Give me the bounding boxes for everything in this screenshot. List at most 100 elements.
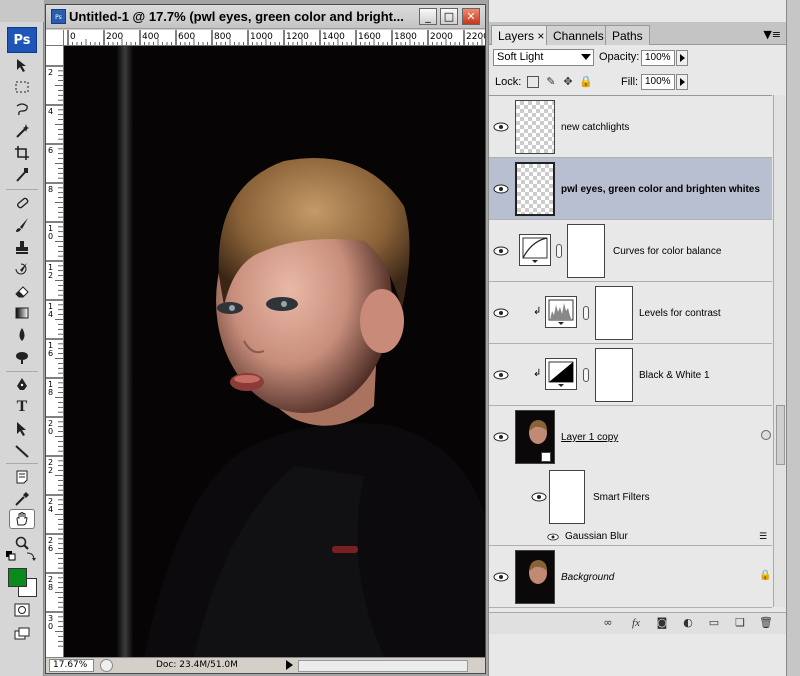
tab-layers[interactable]: Layers ×: [491, 25, 552, 45]
lock-image-icon[interactable]: ✎: [545, 76, 557, 88]
layer-row[interactable]: new catchlights: [489, 96, 772, 158]
link-chain-icon[interactable]: [583, 306, 589, 320]
levels-adjustment-icon[interactable]: [545, 296, 577, 328]
fill-field[interactable]: 100%: [641, 74, 675, 90]
document-titlebar[interactable]: Ps Untitled-1 @ 17.7% (pwl eyes, green c…: [46, 5, 485, 29]
new-adjustment-icon[interactable]: ◐: [681, 617, 695, 629]
status-icon[interactable]: [100, 659, 113, 672]
visibility-eye-icon[interactable]: [493, 572, 509, 582]
curves-adjustment-icon[interactable]: [519, 234, 551, 266]
scrollbar-thumb[interactable]: [776, 405, 785, 465]
magic-wand-tool-icon[interactable]: [9, 121, 35, 141]
filter-row[interactable]: Gaussian Blur ☰: [489, 528, 772, 546]
new-group-icon[interactable]: ▭: [707, 617, 721, 629]
line-tool-icon[interactable]: [9, 441, 35, 461]
brush-tool-icon[interactable]: [9, 215, 35, 235]
visibility-eye-icon[interactable]: [547, 532, 559, 542]
screen-mode-icon[interactable]: [9, 624, 35, 644]
black-white-adjustment-icon[interactable]: [545, 358, 577, 390]
tab-close-icon[interactable]: ×: [537, 29, 544, 43]
visibility-eye-icon[interactable]: [493, 432, 509, 442]
layer-thumbnail[interactable]: [515, 550, 555, 604]
filter-name[interactable]: Gaussian Blur: [565, 531, 628, 542]
foreground-color-swatch[interactable]: [8, 568, 27, 587]
marquee-tool-icon[interactable]: [9, 77, 35, 97]
visibility-eye-icon[interactable]: [531, 492, 547, 502]
layer-name[interactable]: Curves for color balance: [613, 246, 721, 257]
layer-mask-thumbnail[interactable]: [595, 286, 633, 340]
zoom-level-field[interactable]: 17.67%: [49, 659, 94, 672]
default-colors-icon[interactable]: [5, 550, 17, 562]
eraser-tool-icon[interactable]: [9, 281, 35, 301]
pen-tool-icon[interactable]: [9, 375, 35, 395]
layers-scrollbar[interactable]: [773, 95, 787, 607]
smart-filter-options-icon[interactable]: [761, 430, 771, 440]
hand-tool-icon[interactable]: [9, 509, 35, 529]
maximize-button[interactable]: □: [440, 8, 458, 25]
smart-filters-row[interactable]: Smart Filters: [489, 468, 772, 528]
link-layers-icon[interactable]: ∞: [601, 617, 615, 629]
dodge-tool-icon[interactable]: [9, 347, 35, 367]
layer-mask-thumbnail[interactable]: [567, 224, 605, 278]
lock-position-icon[interactable]: ✥: [562, 76, 574, 88]
close-button[interactable]: ✕: [462, 8, 480, 25]
new-layer-icon[interactable]: ❏: [733, 617, 747, 629]
smart-filter-mask-thumbnail[interactable]: [549, 470, 585, 524]
layer-name[interactable]: Levels for contrast: [639, 308, 721, 319]
lock-all-icon[interactable]: 🔒: [579, 76, 593, 88]
horizontal-ruler[interactable]: 0 200 400 600 800 1000 1200 1400 1600 1800 2000 220…: [64, 30, 485, 46]
opacity-field[interactable]: 100%: [641, 50, 675, 66]
notes-tool-icon[interactable]: [9, 467, 35, 487]
path-selection-tool-icon[interactable]: [9, 419, 35, 439]
panel-menu-icon[interactable]: ▼≡: [763, 28, 781, 41]
layer-row[interactable]: ↲ Black & White 1: [489, 344, 772, 406]
slice-tool-icon[interactable]: [9, 165, 35, 185]
link-chain-icon[interactable]: [556, 244, 562, 258]
visibility-eye-icon[interactable]: [493, 308, 509, 318]
trash-icon[interactable]: 🗑: [759, 617, 773, 629]
layer-thumbnail[interactable]: [515, 162, 555, 216]
type-tool-icon[interactable]: T: [9, 397, 35, 417]
swap-colors-icon[interactable]: [24, 550, 38, 562]
fx-icon[interactable]: fx: [629, 617, 643, 629]
lock-transparency-icon[interactable]: [527, 76, 539, 88]
layer-name[interactable]: pwl eyes, green color and brighten white…: [561, 184, 760, 195]
layer-thumbnail[interactable]: [515, 100, 555, 154]
lasso-tool-icon[interactable]: [9, 99, 35, 119]
clone-stamp-tool-icon[interactable]: [9, 237, 35, 257]
visibility-eye-icon[interactable]: [493, 122, 509, 132]
blur-tool-icon[interactable]: [9, 325, 35, 345]
layer-mask-thumbnail[interactable]: [595, 348, 633, 402]
move-tool-icon[interactable]: [9, 55, 35, 75]
link-chain-icon[interactable]: [583, 368, 589, 382]
visibility-eye-icon[interactable]: [493, 370, 509, 380]
minimize-button[interactable]: _: [419, 8, 437, 25]
quick-mask-icon[interactable]: [9, 600, 35, 620]
filter-blending-options-icon[interactable]: ☰: [759, 532, 767, 542]
layer-row[interactable]: Layer 1 copy: [489, 406, 772, 468]
horizontal-scrollbar[interactable]: [298, 660, 468, 672]
visibility-eye-icon[interactable]: [493, 184, 509, 194]
blend-mode-select[interactable]: Soft Light: [493, 49, 594, 66]
layer-row[interactable]: Background 🔒: [489, 546, 772, 608]
status-menu-arrow-icon[interactable]: [286, 660, 293, 670]
add-mask-icon[interactable]: ◙: [655, 617, 669, 629]
layer-name[interactable]: Black & White 1: [639, 370, 710, 381]
crop-tool-icon[interactable]: [9, 143, 35, 163]
layer-row-selected[interactable]: pwl eyes, green color and brighten white…: [489, 158, 772, 220]
ps-logo[interactable]: Ps: [7, 27, 37, 53]
gradient-tool-icon[interactable]: [9, 303, 35, 323]
smart-filters-label[interactable]: Smart Filters: [593, 492, 650, 503]
layer-row[interactable]: ↲ Levels for contrast: [489, 282, 772, 344]
visibility-eye-icon[interactable]: [493, 246, 509, 256]
ruler-corner[interactable]: [46, 30, 64, 46]
image-canvas[interactable]: [64, 46, 485, 657]
collapsed-panel-dock[interactable]: [786, 0, 800, 676]
layer-row[interactable]: Curves for color balance: [489, 220, 772, 282]
tab-channels[interactable]: Channels: [546, 25, 611, 45]
layer-name[interactable]: Layer 1 copy: [561, 432, 618, 443]
layer-name[interactable]: Background: [561, 572, 614, 583]
fill-slider-button[interactable]: [676, 74, 688, 90]
healing-brush-tool-icon[interactable]: [9, 193, 35, 213]
tools-grip[interactable]: [0, 0, 44, 22]
